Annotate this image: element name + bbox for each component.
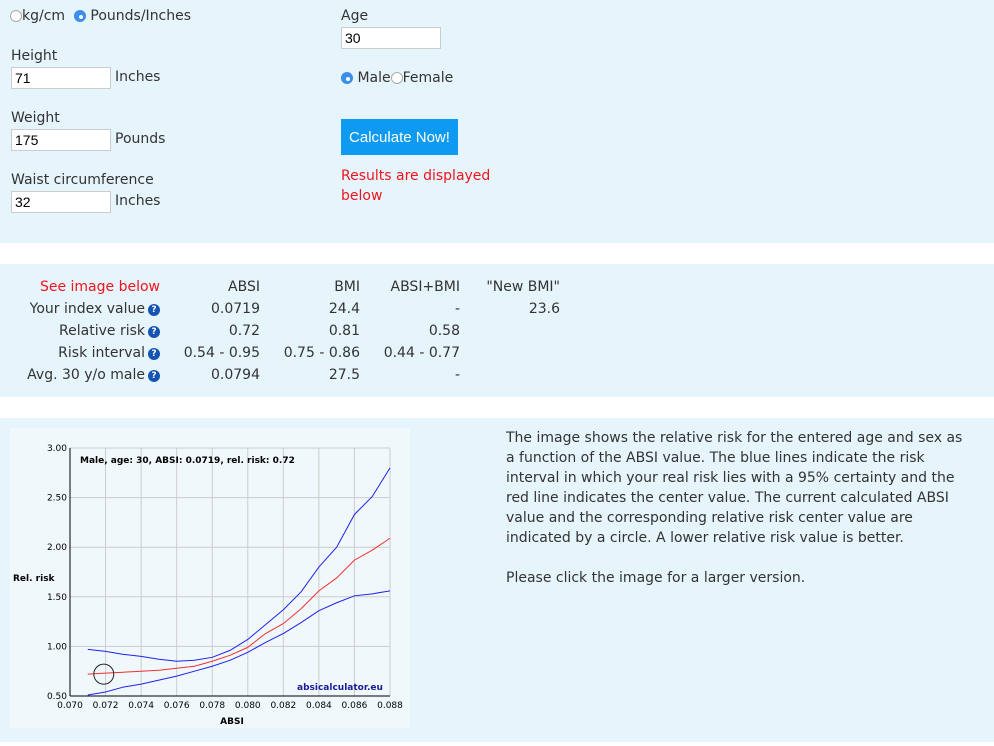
- sex-radio-female[interactable]: Female: [390, 70, 454, 86]
- x-tick-label: 0.072: [93, 701, 119, 711]
- y-axis-label: Rel. risk: [13, 574, 56, 584]
- x-tick-label: 0.076: [164, 701, 190, 711]
- help-icon[interactable]: ?: [148, 326, 160, 338]
- unit-radio-group: kg/cm Pounds/Inches: [10, 8, 191, 24]
- sex-label: Female: [402, 70, 454, 86]
- header-cell: ABSI+BMI: [390, 279, 461, 295]
- row-label: Avg. 30 y/o male: [27, 367, 145, 383]
- cell: 0.0719: [211, 301, 260, 317]
- cell: 24.4: [328, 301, 360, 317]
- cell: 0.75 - 0.86: [283, 345, 360, 361]
- description-paragraph: The image shows the relative risk for th…: [506, 430, 963, 546]
- y-tick-label: 0.50: [47, 692, 67, 702]
- cell: 0.54 - 0.95: [183, 345, 260, 361]
- x-tick-label: 0.078: [199, 701, 225, 711]
- sex-radio-group: Male Female: [341, 70, 453, 86]
- weight-label: Weight: [11, 110, 60, 126]
- results-note: Results are displayed below: [341, 168, 491, 204]
- x-axis-label: ABSI: [220, 717, 244, 727]
- header-cell: "New BMI": [486, 279, 560, 295]
- radio-icon: [390, 72, 403, 84]
- y-tick-label: 2.50: [47, 494, 67, 504]
- x-tick-label: 0.086: [342, 701, 368, 711]
- height-label: Height: [11, 48, 58, 64]
- age-input[interactable]: [341, 27, 441, 49]
- waist-unit: Inches: [115, 193, 161, 209]
- chart-title: Male, age: 30, ABSI: 0.0719, rel. risk: …: [80, 456, 295, 466]
- y-tick-label: 3.00: [47, 444, 67, 454]
- calculate-button[interactable]: Calculate Now!: [341, 119, 458, 155]
- cell: [460, 320, 560, 342]
- x-tick-label: 0.082: [270, 701, 296, 711]
- header-cell: See image below: [39, 279, 160, 295]
- cell: [460, 342, 560, 364]
- unit-radio-kgcm[interactable]: kg/cm: [10, 8, 65, 24]
- radio-icon: [73, 10, 86, 22]
- cell: -: [454, 367, 460, 383]
- cell: 0.0794: [211, 367, 260, 383]
- table-row: Your index value? 0.0719 24.4 - 23.6: [10, 298, 560, 320]
- header-cell: ABSI: [228, 279, 260, 295]
- cell: [460, 364, 560, 386]
- chart-description: The image shows the relative risk for th…: [506, 428, 966, 588]
- table-header-row: See image below ABSI BMI ABSI+BMI "New B…: [10, 276, 560, 298]
- weight-input[interactable]: [11, 129, 111, 151]
- cell: -: [454, 301, 460, 317]
- cell: 23.6: [528, 301, 560, 317]
- relative-risk-chart[interactable]: 0.070 0.072 0.074 0.076 0.078 0.080 0.082 0.084…: [10, 428, 410, 728]
- results-table: See image below ABSI BMI ABSI+BMI "New B…: [10, 276, 560, 386]
- radio-icon: [341, 72, 353, 84]
- y-tick-label: 2.00: [47, 543, 67, 553]
- table-row: Relative risk? 0.72 0.81 0.58: [10, 320, 560, 342]
- chart-watermark: absicalculator.eu: [297, 683, 383, 693]
- cell: 0.44 - 0.77: [383, 345, 460, 361]
- age-label: Age: [341, 8, 369, 24]
- x-tick-label: 0.088: [377, 701, 403, 711]
- unit-radio-pounds-inches[interactable]: Pounds/Inches: [73, 8, 192, 24]
- table-row: Avg. 30 y/o male? 0.0794 27.5 -: [10, 364, 560, 386]
- row-label: Relative risk: [59, 323, 145, 339]
- header-cell: BMI: [334, 279, 360, 295]
- height-input[interactable]: [11, 67, 111, 89]
- weight-unit: Pounds: [115, 131, 166, 147]
- y-tick-label: 1.50: [47, 593, 67, 603]
- cell: 0.72: [228, 323, 260, 339]
- help-icon[interactable]: ?: [148, 370, 160, 382]
- cell: 0.58: [428, 323, 460, 339]
- x-tick-label: 0.074: [128, 701, 154, 711]
- cell: 0.81: [328, 323, 360, 339]
- cell: 27.5: [328, 367, 360, 383]
- radio-icon: [10, 10, 22, 22]
- help-icon[interactable]: ?: [148, 348, 160, 360]
- waist-input[interactable]: [11, 191, 111, 213]
- row-label: Risk interval: [58, 345, 145, 361]
- x-tick-label: 0.070: [57, 701, 83, 711]
- help-icon[interactable]: ?: [148, 304, 160, 316]
- y-tick-label: 1.00: [47, 642, 67, 652]
- x-tick-label: 0.084: [306, 701, 332, 711]
- waist-label: Waist circumference: [11, 172, 154, 188]
- x-tick-label: 0.080: [235, 701, 261, 711]
- sex-label: Male: [357, 70, 391, 86]
- row-label: Your index value: [29, 301, 145, 317]
- unit-label: kg/cm: [22, 8, 66, 24]
- sex-radio-male[interactable]: Male: [341, 70, 391, 86]
- table-row: Risk interval? 0.54 - 0.95 0.75 - 0.86 0.44…: [10, 342, 560, 364]
- height-unit: Inches: [115, 69, 161, 85]
- description-hint: Please click the image for a larger vers…: [506, 570, 806, 586]
- unit-label: Pounds/Inches: [90, 8, 192, 24]
